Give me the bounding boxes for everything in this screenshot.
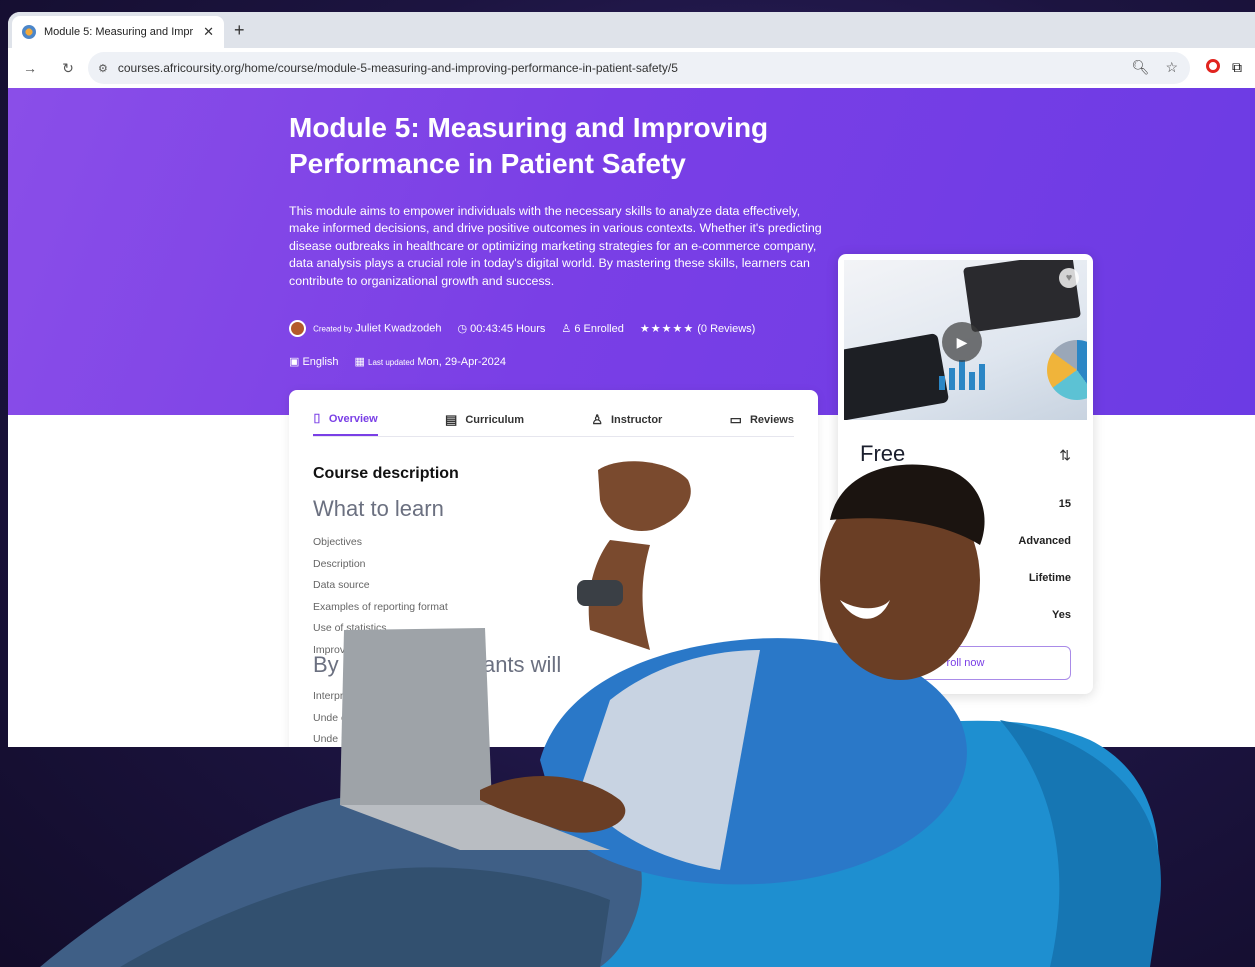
level-value: Advanced: [1018, 535, 1071, 547]
pie-chart-image: [1047, 340, 1087, 400]
author-name: Juliet Kwadzodeh: [355, 322, 442, 335]
what-to-learn-heading: What to learn: [313, 496, 444, 521]
tab-strip: Module 5: Measuring and Impr ✕ +: [8, 12, 1255, 48]
share-icon[interactable]: ⇅: [1059, 447, 1071, 464]
list-item: Description: [313, 557, 366, 570]
rating-meta: ★★★★★ (0 Reviews): [640, 322, 755, 335]
tab-title: Module 5: Measuring and Impr: [44, 26, 194, 38]
play-icon[interactable]: ▶: [942, 322, 982, 362]
bookmark-icon: ⌷: [313, 411, 321, 426]
course-meta-2: ▣ English ▦ Last updated Mon, 29-Apr-202…: [289, 355, 506, 368]
bookmark-star-icon[interactable]: ☆: [1165, 59, 1178, 76]
list-item: Interpr onclusions: [313, 690, 396, 702]
enrolled-meta: ♙ 6 Enrolled: [561, 322, 623, 335]
language-meta: ▣ English: [289, 355, 339, 368]
opera-extension-icon[interactable]: [1206, 59, 1220, 73]
bar-chart-image: [939, 360, 985, 390]
tab-reviews[interactable]: ▭ Reviews: [730, 404, 794, 436]
course-thumbnail[interactable]: ▶ ♥: [844, 260, 1087, 420]
certificate-value: Yes: [1052, 609, 1071, 621]
learn-list: Objectives Description Data source Examp…: [313, 532, 448, 662]
instructor-icon: ♙: [591, 412, 603, 427]
calendar-icon: ▦: [354, 356, 365, 368]
author-meta[interactable]: Created by Juliet Kwadzodeh: [289, 320, 442, 337]
list-item: Objectives: [313, 536, 363, 548]
outcomes-list: Interpr onclusions Unde es of patient Un…: [313, 686, 404, 747]
list-item: Examples of reporting format: [313, 600, 448, 613]
tablet-image: [844, 332, 950, 420]
new-tab-icon[interactable]: +: [234, 20, 245, 41]
reload-icon[interactable]: ↻: [54, 60, 82, 77]
price-label: Free: [860, 441, 906, 466]
heart-icon[interactable]: ♥: [1059, 268, 1079, 288]
created-by-label: Created by: [313, 324, 353, 334]
reviews-count: (0 Reviews): [697, 323, 756, 335]
favicon-icon: [22, 25, 36, 39]
enroll-now-button[interactable]: roll now: [860, 646, 1071, 680]
outcomes-heading: By he mod articipants will: [313, 652, 562, 677]
course-tabs: ⌷ Overview ▤ Curriculum ♙ Instructor ▭ R…: [313, 404, 794, 437]
user-icon: ♙: [561, 323, 572, 335]
lessons-value: 15: [1058, 498, 1071, 510]
tab-label: Overview: [328, 413, 378, 425]
list-item: Use of statistics: [313, 622, 387, 635]
list-item: Unde es of patient: [313, 711, 399, 724]
close-icon[interactable]: ✕: [203, 24, 214, 40]
forward-icon[interactable]: →: [16, 60, 44, 76]
tab-instructor[interactable]: ♙ Instructor: [591, 404, 662, 436]
list-item: Unde acilitate decis: [313, 733, 405, 746]
tab-overview[interactable]: ⌷ Overview: [313, 404, 378, 436]
tab-label: Reviews: [749, 414, 794, 426]
course-description-heading: Course description: [313, 465, 459, 482]
course-page: Module 5: Measuring and Improving Perfor…: [8, 88, 1255, 747]
duration-value: 00:43:45 Hours: [470, 323, 546, 335]
url-text: courses.africoursity.org/home/course/mod…: [117, 61, 678, 75]
course-title: Module 5: Measuring and Improving Perfor…: [289, 112, 769, 179]
access-value: Lifetime: [1028, 572, 1071, 584]
author-avatar: [289, 320, 306, 337]
last-updated-value: Mon, 29-Apr-2024: [417, 356, 507, 368]
course-meta: Created by Juliet Kwadzodeh ◷ 00:43:45 H…: [289, 320, 755, 337]
course-summary: This module aims to empower individuals …: [289, 204, 822, 288]
language-value: English: [302, 356, 339, 368]
tab-label: Curriculum: [465, 414, 525, 426]
enrolled-value: 6 Enrolled: [574, 323, 624, 335]
zoom-icon[interactable]: 🔍︎: [1132, 59, 1150, 76]
browser-tab[interactable]: Module 5: Measuring and Impr ✕: [12, 16, 224, 48]
list-item: Data source: [313, 579, 370, 592]
extensions-icon[interactable]: ⧉: [1232, 59, 1242, 76]
language-icon: ▣: [289, 356, 300, 368]
browser-window: Module 5: Measuring and Impr ✕ + → ↻ ⚙ c…: [8, 12, 1255, 747]
address-bar[interactable]: ⚙ courses.africoursity.org/home/course/m…: [88, 52, 1190, 84]
browser-toolbar: → ↻ ⚙ courses.africoursity.org/home/cour…: [8, 48, 1255, 88]
updated-meta: ▦ Last updated Mon, 29-Apr-2024: [355, 355, 506, 368]
curriculum-icon: ▤: [445, 412, 458, 427]
course-content-card: ⌷ Overview ▤ Curriculum ♙ Instructor ▭ R…: [289, 390, 818, 747]
clock-icon: ◷: [457, 323, 468, 335]
site-settings-icon[interactable]: ⚙: [98, 62, 108, 75]
last-updated-label: Last updated: [368, 358, 415, 367]
tab-curriculum[interactable]: ▤ Curriculum: [445, 404, 524, 436]
enroll-card: ▶ ♥ Free ⇅ 15 Advanced Lifetime Yes roll…: [838, 254, 1093, 694]
tab-label: Instructor: [611, 414, 663, 426]
duration-meta: ◷ 00:43:45 Hours: [458, 322, 546, 335]
star-rating-icon: ★★★★★: [639, 323, 695, 335]
reviews-icon: ▭: [729, 412, 742, 427]
